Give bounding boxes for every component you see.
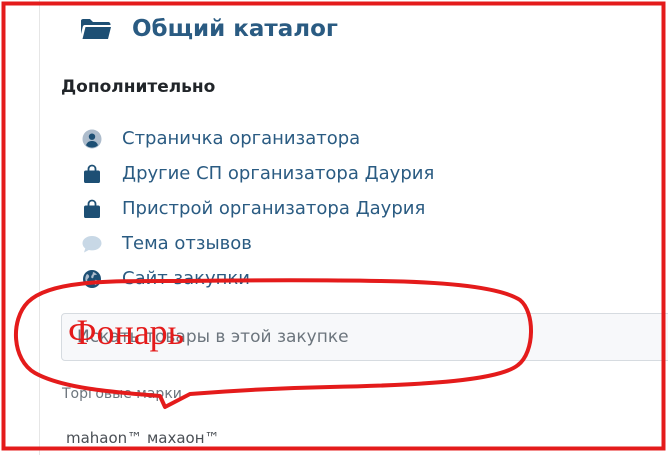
brands-label: Торговые марки [62,386,182,402]
menu-item-label: Сайт закупки [122,268,250,289]
general-catalog-link[interactable]: Общий каталог [80,16,338,42]
page: Общий каталог Дополнительно Страничка ор… [0,0,668,455]
additional-heading: Дополнительно [61,77,216,97]
menu-item-label: Пристрой организатора Даурия [122,198,426,219]
menu-item-extra-stock[interactable]: Пристрой организатора Даурия [80,191,434,226]
menu-item-reviews-topic[interactable]: Тема отзывов [80,226,434,261]
shopping-bag-icon [80,162,104,186]
menu-item-label: Тема отзывов [122,233,252,254]
menu-item-purchase-site[interactable]: Сайт закупки [80,261,434,296]
user-circle-icon [80,127,104,151]
catalog-title: Общий каталог [132,16,338,42]
brand-item[interactable]: mahaon™ махаон™ [66,429,220,447]
menu-item-organizer-page[interactable]: Страничка организатора [80,121,434,156]
search-input[interactable] [61,313,668,361]
shopping-bag-icon [80,197,104,221]
menu-item-label: Другие СП организатора Даурия [122,163,435,184]
globe-icon [80,267,104,291]
comment-icon [80,232,104,256]
additional-menu: Страничка организатора Другие СП организ… [80,121,434,296]
menu-item-other-purchases[interactable]: Другие СП организатора Даурия [80,156,434,191]
menu-item-label: Страничка организатора [122,128,361,149]
folder-icon [80,16,112,42]
left-divider [39,0,40,455]
